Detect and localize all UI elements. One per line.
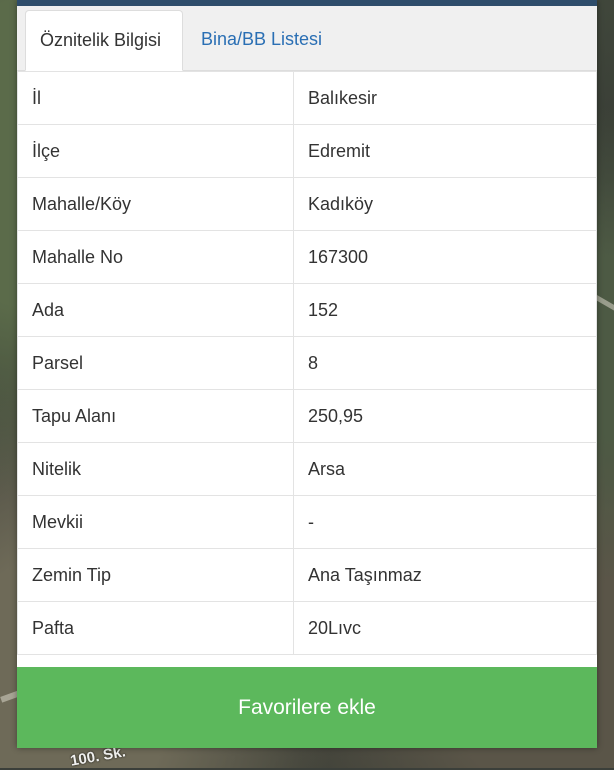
attribute-value: Edremit <box>293 124 597 178</box>
table-row: Tapu Alanı 250,95 <box>17 389 597 443</box>
attribute-value: Ana Taşınmaz <box>293 548 597 602</box>
attribute-value: Kadıköy <box>293 177 597 231</box>
attribute-key: Mahalle/Köy <box>17 177 294 231</box>
attribute-key: Tapu Alanı <box>17 389 294 443</box>
table-row: Ada 152 <box>17 283 597 337</box>
attribute-value: Balıkesir <box>293 71 597 125</box>
table-row: Mevkii - <box>17 495 597 549</box>
attribute-value: 250,95 <box>293 389 597 443</box>
attribute-value: 152 <box>293 283 597 337</box>
table-row: Mahalle/Köy Kadıköy <box>17 177 597 231</box>
table-row: Parsel 8 <box>17 336 597 390</box>
attribute-key: İlçe <box>17 124 294 178</box>
attribute-value: Arsa <box>293 442 597 496</box>
tab-bar: Öznitelik Bilgisi Bina/BB Listesi <box>17 6 597 71</box>
attribute-value: - <box>293 495 597 549</box>
attribute-key: Pafta <box>17 601 294 655</box>
attribute-key: Nitelik <box>17 442 294 496</box>
attribute-key: Mahalle No <box>17 230 294 284</box>
attribute-key: İl <box>17 71 294 125</box>
table-row: Zemin Tip Ana Taşınmaz <box>17 548 597 602</box>
table-row: İl Balıkesir <box>17 71 597 125</box>
table-row: Pafta 20Lıvc <box>17 601 597 655</box>
attribute-value: 20Lıvc <box>293 601 597 655</box>
attribute-value: 8 <box>293 336 597 390</box>
add-to-favorites-button[interactable]: Favorilere ekle <box>17 667 597 748</box>
table-row: İlçe Edremit <box>17 124 597 178</box>
tab-attribute-info[interactable]: Öznitelik Bilgisi <box>25 10 183 71</box>
table-row: Nitelik Arsa <box>17 442 597 496</box>
attribute-key: Ada <box>17 283 294 337</box>
attribute-key: Parsel <box>17 336 294 390</box>
attribute-panel: Öznitelik Bilgisi Bina/BB Listesi İl Balı… <box>17 0 597 748</box>
attribute-value: 167300 <box>293 230 597 284</box>
table-row: Mahalle No 167300 <box>17 230 597 284</box>
attribute-key: Zemin Tip <box>17 548 294 602</box>
attribute-table: İl Balıkesir İlçe Edremit Mahalle/Köy Kadıköy… <box>17 71 597 655</box>
tab-building-list[interactable]: Bina/BB Listesi <box>187 10 336 70</box>
attribute-key: Mevkii <box>17 495 294 549</box>
